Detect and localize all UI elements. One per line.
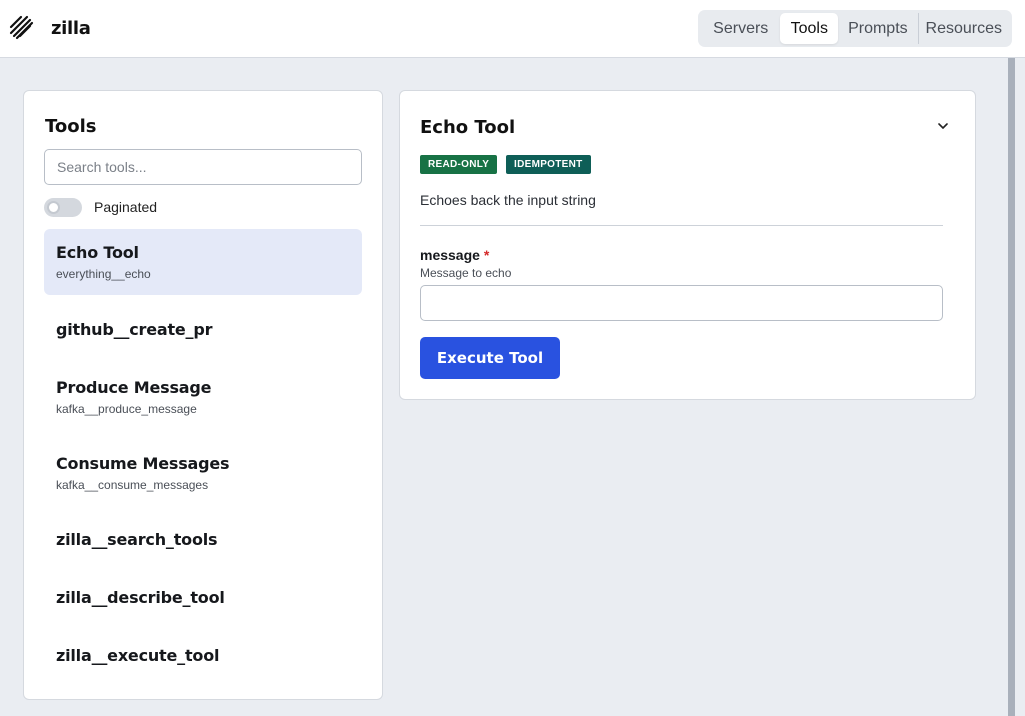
tool-id: everything__echo (56, 267, 151, 281)
app-name: zilla (51, 18, 91, 39)
field-label-text: message (420, 247, 480, 263)
nav-resources[interactable]: Resources (919, 13, 1009, 44)
tool-item-produce-message[interactable]: Produce Message kafka__produce_message (44, 366, 362, 426)
scrollbar-thumb[interactable] (1008, 58, 1015, 716)
tool-item-zilla-execute-tool[interactable]: zilla__execute_tool (44, 632, 362, 678)
tool-item-zilla-describe-tool[interactable]: zilla__describe_tool (44, 574, 362, 620)
top-header: zilla Servers Tools Prompts Resources (0, 0, 1025, 58)
tool-id: kafka__produce_message (56, 402, 197, 416)
read-only-badge: READ-ONLY (420, 155, 498, 174)
message-field-label: message * (420, 247, 489, 263)
tool-name: Produce Message (56, 378, 212, 397)
tool-item-echo[interactable]: Echo Tool everything__echo (44, 229, 362, 295)
tool-item-consume-messages[interactable]: Consume Messages kafka__consume_messages (44, 442, 362, 502)
tool-name: zilla__execute_tool (56, 646, 220, 665)
tool-name: Consume Messages (56, 454, 230, 473)
search-tools-input[interactable] (44, 149, 362, 185)
idempotent-badge: IDEMPOTENT (506, 155, 591, 174)
message-field-help: Message to echo (420, 266, 512, 280)
divider (420, 225, 943, 226)
required-marker: * (483, 247, 490, 263)
message-input[interactable] (420, 285, 943, 321)
tool-item-zilla-search-tools[interactable]: zilla__search_tools (44, 516, 362, 562)
nav-prompts[interactable]: Prompts (838, 13, 917, 44)
nav-tools[interactable]: Tools (780, 13, 839, 44)
nav-servers[interactable]: Servers (701, 13, 780, 44)
tool-name: github__create_pr (56, 320, 213, 339)
tool-id: kafka__consume_messages (56, 478, 209, 492)
tool-detail-title: Echo Tool (420, 117, 516, 138)
tool-item-github-create-pr[interactable]: github__create_pr (44, 306, 362, 352)
tool-description: Echoes back the input string (420, 192, 596, 208)
execute-tool-button[interactable]: Execute Tool (420, 337, 560, 379)
paginated-toggle[interactable] (44, 198, 82, 217)
toggle-knob (47, 201, 60, 214)
tool-name: zilla__describe_tool (56, 588, 225, 607)
paginated-label: Paginated (94, 199, 158, 215)
tool-name: Echo Tool (56, 243, 139, 262)
zilla-logo-icon[interactable] (8, 14, 36, 42)
tools-panel: Tools Paginated Echo Tool everything__ec… (23, 90, 383, 700)
chevron-down-icon[interactable] (936, 119, 950, 133)
tools-panel-title: Tools (45, 116, 97, 137)
main-nav: Servers Tools Prompts Resources (698, 10, 1012, 47)
tool-name: zilla__search_tools (56, 530, 218, 549)
tool-detail-panel: Echo Tool READ-ONLY IDEMPOTENT Echoes ba… (399, 90, 976, 400)
